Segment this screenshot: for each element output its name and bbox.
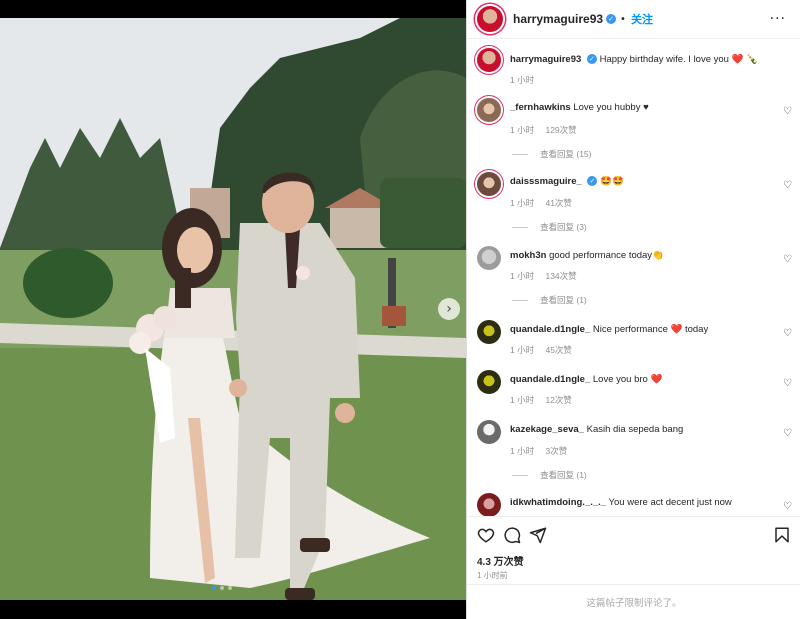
author-avatar[interactable] — [477, 6, 503, 32]
caption-text: harrymaguire93 ✓ Happy birthday wife. I … — [510, 53, 775, 66]
comment-meta: 1 小时 41次赞 — [510, 197, 581, 209]
follow-button[interactable]: 关注 — [631, 11, 653, 27]
comment-time[interactable]: 1 小时 — [510, 446, 534, 456]
commenter-username[interactable]: idkwhatimdoing._._._ — [510, 497, 606, 508]
carousel-dot — [228, 586, 232, 590]
chevron-right-icon: › — [446, 301, 452, 317]
comment-body: You were act decent just now — [608, 497, 732, 508]
post-photo[interactable] — [0, 18, 466, 600]
share-icon[interactable] — [529, 526, 547, 544]
carousel-dot — [220, 586, 224, 590]
comment-text: quandale.d1ngle_ Nice performance ❤️ tod… — [510, 323, 775, 336]
heart-icon[interactable] — [477, 526, 495, 544]
comment-heart-icon[interactable]: ♡ — [783, 428, 792, 439]
comment-likes[interactable]: 3次赞 — [545, 446, 567, 456]
comment-icon[interactable] — [503, 526, 521, 544]
commenter-username[interactable]: quandale.d1ngle_ — [510, 324, 590, 335]
comment-body: Kasih dia sepeda bang — [586, 424, 684, 435]
carousel-dots — [212, 586, 232, 590]
comment-text: kazekage_seva_ Kasih dia sepeda bang — [510, 423, 775, 436]
commenter-avatar[interactable] — [477, 246, 501, 270]
caption-body: Happy birthday wife. I love you ❤️ 🍾 — [599, 54, 758, 65]
comment-body: Love you bro ❤️ — [592, 374, 663, 385]
comments-list[interactable]: harrymaguire93 ✓ Happy birthday wife. I … — [467, 40, 800, 516]
post-actions-bar — [467, 516, 800, 552]
comment-likes[interactable]: 41次赞 — [545, 198, 571, 208]
next-photo-button[interactable]: › — [438, 298, 460, 320]
comment-meta: 1 小时 12次赞 — [510, 394, 581, 406]
post-header: harrymaguire93 ✓ • 关注 ··· — [467, 0, 800, 39]
comment-time[interactable]: 1 小时 — [510, 198, 534, 208]
comment-time[interactable]: 1 小时 — [510, 125, 534, 135]
comment-likes[interactable]: 12次赞 — [545, 395, 571, 405]
comment-time[interactable]: 1 小时 — [510, 395, 534, 405]
comment-meta: 1 小时 134次赞 — [510, 270, 586, 282]
comment-body: good performance today👏 — [549, 250, 664, 261]
verified-badge-icon: ✓ — [586, 54, 597, 65]
view-replies-button[interactable]: 查看回复 (1) — [512, 294, 587, 306]
comment-body: 🤩🤩 — [600, 176, 624, 187]
comment-body: Love you hubby ♥ — [573, 102, 649, 113]
commenter-avatar[interactable] — [477, 493, 501, 516]
comment-time[interactable]: 1 小时 — [510, 271, 534, 281]
comment-text: _fernhawkins Love you hubby ♥ — [510, 101, 775, 114]
comment-text: quandale.d1ngle_ Love you bro ❤️ — [510, 373, 775, 386]
commenter-avatar[interactable] — [477, 172, 501, 196]
commenter-username[interactable]: daisssmaguire_ — [510, 176, 582, 187]
comment-text: idkwhatimdoing._._._ You were act decent… — [510, 496, 775, 509]
comments-disabled-notice: 这篇帖子限制评论了。 — [467, 584, 800, 619]
comment-meta: 1 小时 45次赞 — [510, 344, 581, 356]
comment-body: Nice performance ❤️ today — [592, 324, 709, 335]
caption-time[interactable]: 1 小时 — [510, 75, 534, 85]
comment-heart-icon[interactable]: ♡ — [783, 180, 792, 191]
photo-pane: › — [0, 0, 466, 619]
post-time[interactable]: 1 小时前 — [477, 570, 508, 581]
comment-likes[interactable]: 134次赞 — [545, 271, 576, 281]
view-replies-button[interactable]: 查看回复 (3) — [512, 221, 587, 233]
wedding-photo-illustration — [0, 18, 466, 600]
carousel-dot — [212, 586, 216, 590]
author-username[interactable]: harrymaguire93 — [513, 12, 603, 26]
post-detail-panel: harrymaguire93 ✓ • 关注 ··· harrymaguire93… — [466, 0, 800, 619]
comment-meta: 1 小时 3次赞 — [510, 445, 576, 457]
commenter-avatar[interactable] — [477, 320, 501, 344]
comment-heart-icon[interactable]: ♡ — [783, 106, 792, 117]
commenter-avatar[interactable] — [477, 420, 501, 444]
commenter-username[interactable]: _fernhawkins — [510, 102, 571, 113]
view-replies-button[interactable]: 查看回复 (15) — [512, 148, 591, 160]
view-replies-button[interactable]: 查看回复 (1) — [512, 469, 587, 481]
caption-meta: 1 小时 — [510, 74, 543, 86]
likes-count[interactable]: 4.3 万次赞 — [477, 553, 524, 568]
comment-time[interactable]: 1 小时 — [510, 345, 534, 355]
author-avatar[interactable] — [477, 48, 501, 72]
commenter-username[interactable]: quandale.d1ngle_ — [510, 374, 590, 385]
comment-heart-icon[interactable]: ♡ — [783, 378, 792, 389]
commenter-avatar[interactable] — [477, 98, 501, 122]
comment-heart-icon[interactable]: ♡ — [783, 328, 792, 339]
comment-heart-icon[interactable]: ♡ — [783, 501, 792, 512]
commenter-username[interactable]: mokh3n — [510, 250, 546, 261]
commenter-avatar[interactable] — [477, 370, 501, 394]
comment-likes[interactable]: 129次赞 — [545, 125, 576, 135]
comment-heart-icon[interactable]: ♡ — [783, 254, 792, 265]
comment-likes[interactable]: 45次赞 — [545, 345, 571, 355]
more-icon[interactable]: ··· — [770, 11, 786, 27]
caption-username[interactable]: harrymaguire93 — [510, 54, 581, 65]
comment-text: mokh3n good performance today👏 — [510, 249, 775, 262]
verified-badge-icon: ✓ — [606, 14, 617, 24]
comment-meta: 1 小时 129次赞 — [510, 124, 586, 136]
commenter-username[interactable]: kazekage_seva_ — [510, 424, 584, 435]
bookmark-icon[interactable] — [773, 526, 791, 544]
comment-text: daisssmaguire_ ✓ 🤩🤩 — [510, 175, 775, 188]
verified-badge-icon: ✓ — [587, 176, 598, 187]
